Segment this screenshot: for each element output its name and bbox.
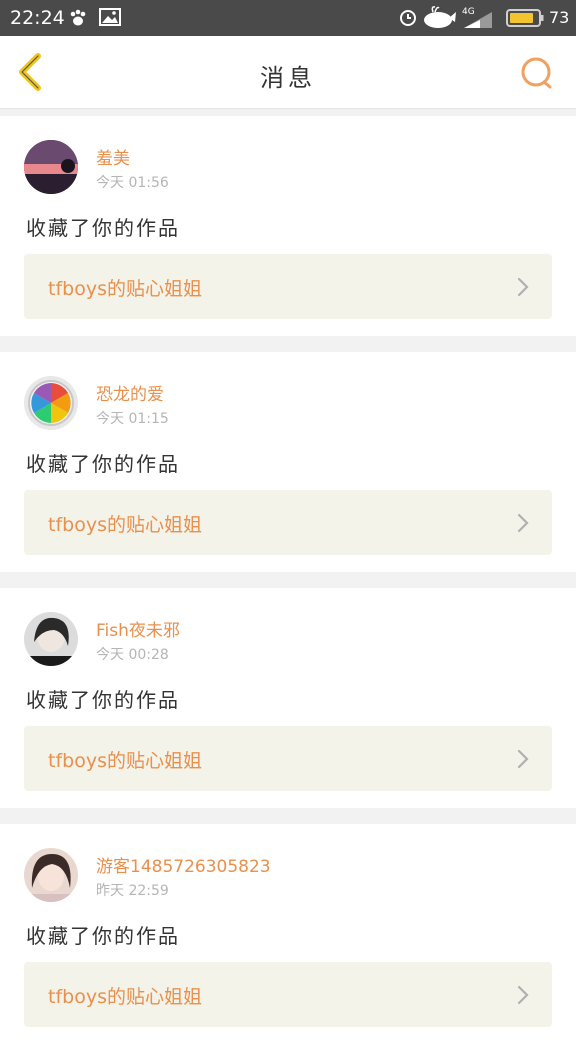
battery-level: 73	[549, 8, 570, 27]
username[interactable]: 游客1485726305823	[96, 852, 271, 877]
username[interactable]: 恐龙的爱	[96, 380, 164, 405]
status-bar: 22:24 4G 73	[0, 0, 576, 36]
image-icon	[99, 8, 121, 26]
avatar[interactable]	[24, 848, 78, 902]
message-card: Fish夜未邪 今天 00:28 收藏了你的作品 tfboys的贴心姐姐	[0, 588, 576, 808]
message-time: 今天 01:15	[96, 411, 169, 427]
paw-icon	[70, 9, 86, 26]
chevron-right-icon	[517, 277, 529, 297]
message-time: 昨天 22:59	[96, 883, 169, 899]
chevron-right-icon	[517, 985, 529, 1005]
action-text: 收藏了你的作品	[26, 216, 180, 240]
work-title: tfboys的贴心姐姐	[48, 278, 202, 300]
message-card: 恐龙的爱 今天 01:15 收藏了你的作品 tfboys的贴心姐姐	[0, 352, 576, 572]
username[interactable]: 羞美	[96, 144, 130, 169]
search-icon[interactable]	[518, 54, 556, 92]
avatar[interactable]	[24, 612, 78, 666]
whale-icon	[424, 6, 456, 28]
signal-icon	[464, 12, 492, 28]
work-link[interactable]: tfboys的贴心姐姐	[24, 726, 552, 791]
work-link[interactable]: tfboys的贴心姐姐	[24, 962, 552, 1027]
alarm-icon	[400, 10, 416, 26]
work-title: tfboys的贴心姐姐	[48, 514, 202, 536]
work-link[interactable]: tfboys的贴心姐姐	[24, 490, 552, 555]
work-title: tfboys的贴心姐姐	[48, 750, 202, 772]
message-time: 今天 00:28	[96, 647, 169, 663]
message-card: 羞美 今天 01:56 收藏了你的作品 tfboys的贴心姐姐	[0, 116, 576, 336]
battery-icon	[506, 9, 544, 27]
chevron-right-icon	[517, 749, 529, 769]
page-title: 消息	[260, 64, 316, 92]
avatar[interactable]	[24, 376, 78, 430]
avatar[interactable]	[24, 140, 78, 194]
username[interactable]: Fish夜未邪	[96, 616, 180, 641]
status-time: 22:24	[10, 7, 65, 29]
nav-bar: 消息	[0, 36, 576, 109]
message-time: 今天 01:56	[96, 175, 169, 191]
action-text: 收藏了你的作品	[26, 924, 180, 948]
work-link[interactable]: tfboys的贴心姐姐	[24, 254, 552, 319]
action-text: 收藏了你的作品	[26, 688, 180, 712]
chevron-right-icon	[517, 513, 529, 533]
action-text: 收藏了你的作品	[26, 452, 180, 476]
work-title: tfboys的贴心姐姐	[48, 986, 202, 1008]
message-card: 游客1485726305823 昨天 22:59 收藏了你的作品 tfboys的…	[0, 824, 576, 1044]
